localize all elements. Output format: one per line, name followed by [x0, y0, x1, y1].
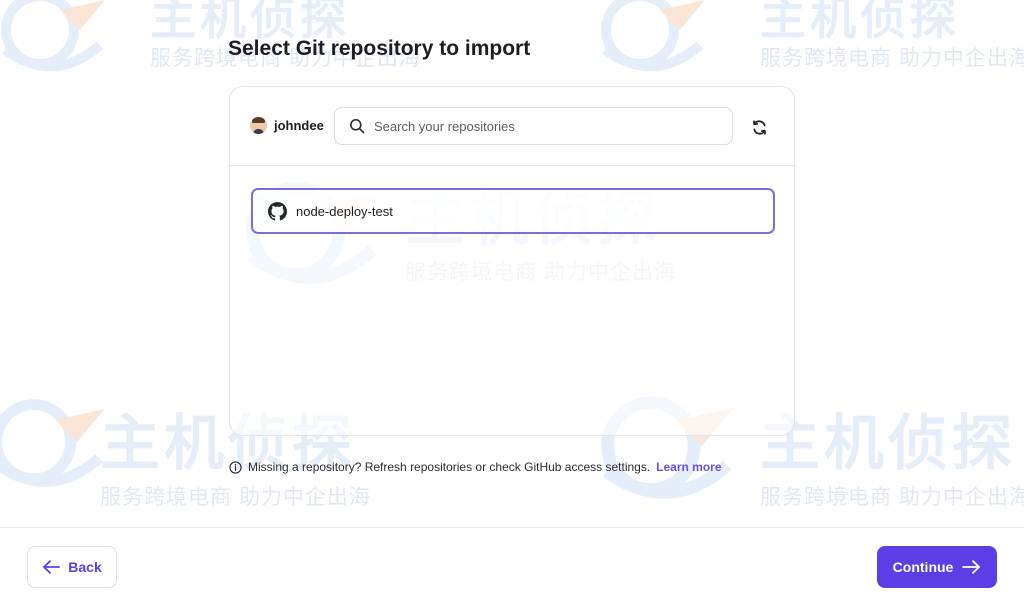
info-icon [229, 460, 242, 474]
repository-search[interactable] [334, 107, 733, 145]
missing-repository-hint: Missing a repository? Refresh repositori… [229, 460, 722, 474]
footer-divider [0, 527, 1024, 528]
repository-panel-header: johndee [230, 87, 794, 166]
user-avatar-icon [250, 117, 267, 134]
watermark-slogan: 服务跨境电商 助力中企出海 [100, 486, 371, 509]
refresh-repositories-button[interactable] [749, 117, 769, 137]
arrow-left-icon [43, 560, 61, 574]
watermark-globe-icon [1, 0, 105, 72]
back-button[interactable]: Back [27, 546, 117, 588]
github-icon [268, 201, 287, 221]
repository-item[interactable]: node-deploy-test [251, 188, 775, 234]
watermark-globe-icon [0, 399, 105, 487]
page-title: Select Git repository to import [228, 37, 531, 60]
watermark-brand: 主机侦探 [760, 0, 960, 44]
account-selector[interactable]: johndee [250, 117, 324, 134]
repository-panel: johndee node-deploy-test [229, 86, 795, 436]
hint-text: Missing a repository? Refresh repositori… [248, 460, 651, 474]
watermark-brand: 主机侦探 [760, 410, 1016, 477]
learn-more-link[interactable]: Learn more [656, 460, 721, 474]
repository-name: node-deploy-test [296, 203, 393, 219]
arrow-right-icon [962, 560, 981, 574]
watermark-slogan: 服务跨境电商 助力中企出海 [760, 47, 1024, 70]
account-name: johndee [274, 118, 324, 133]
continue-button[interactable]: Continue [877, 546, 997, 588]
watermark-globe-icon [601, 0, 705, 72]
search-input[interactable] [374, 118, 704, 134]
watermark-slogan: 服务跨境电商 助力中企出海 [760, 486, 1024, 509]
back-button-label: Back [68, 559, 102, 575]
search-icon [350, 119, 365, 134]
continue-button-label: Continue [892, 559, 954, 575]
refresh-icon [752, 119, 766, 135]
